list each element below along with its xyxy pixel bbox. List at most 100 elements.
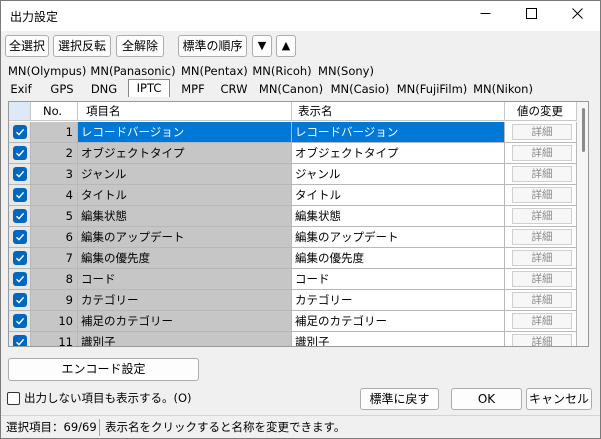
row-display-name[interactable]: コード	[292, 269, 505, 290]
minimize-button[interactable]	[462, 1, 508, 31]
row-checkbox[interactable]	[13, 167, 27, 181]
row-checkbox-cell[interactable]	[9, 227, 31, 248]
row-checkbox-cell[interactable]	[9, 332, 31, 346]
detail-button[interactable]: 詳細	[512, 208, 572, 224]
table-row[interactable]: 10 補足のカテゴリー 補足のカテゴリー 詳細	[9, 311, 577, 332]
tab-mn-panasonic[interactable]: MN(Panasonic)	[89, 63, 177, 80]
row-checkbox-cell[interactable]	[9, 248, 31, 269]
header-value-change[interactable]: 値の変更	[505, 102, 577, 121]
table-row[interactable]: 9 カテゴリー カテゴリー 詳細	[9, 290, 577, 311]
detail-button[interactable]: 詳細	[512, 271, 572, 287]
close-button[interactable]	[554, 1, 600, 31]
header-select-all-cell[interactable]	[9, 102, 31, 121]
row-checkbox-cell[interactable]	[9, 164, 31, 185]
row-display-name[interactable]: オブジェクトタイプ	[292, 143, 505, 164]
row-checkbox[interactable]	[13, 125, 27, 139]
output-settings-dialog: 出力設定 全選択 選択反転 全解除 標準の順序 ▼ ▲ MN(Olympus) …	[0, 0, 601, 439]
row-display-name[interactable]: 編集のアップデート	[292, 227, 505, 248]
row-checkbox-cell[interactable]	[9, 269, 31, 290]
scrollbar-thumb[interactable]	[582, 108, 585, 152]
row-checkbox-cell[interactable]	[9, 143, 31, 164]
cancel-button[interactable]: キャンセル	[526, 388, 592, 410]
invert-selection-button[interactable]: 選択反転	[53, 35, 111, 57]
tab-crw[interactable]: CRW	[216, 81, 252, 98]
tab-mn-canon[interactable]: MN(Canon)	[257, 81, 325, 98]
row-display-name[interactable]: カテゴリー	[292, 290, 505, 311]
detail-button[interactable]: 詳細	[512, 187, 572, 203]
row-checkbox[interactable]	[13, 314, 27, 328]
table-row[interactable]: 8 コード コード 詳細	[9, 269, 577, 290]
tab-mn-olympus[interactable]: MN(Olympus)	[8, 63, 86, 80]
tab-mn-pentax[interactable]: MN(Pentax)	[181, 63, 248, 80]
table-row[interactable]: 3 ジャンル ジャンル 詳細	[9, 164, 577, 185]
header-item-name[interactable]: 項目名	[78, 102, 292, 121]
row-checkbox-cell[interactable]	[9, 206, 31, 227]
tab-mn-ricoh[interactable]: MN(Ricoh)	[251, 63, 313, 80]
header-no[interactable]: No.	[31, 102, 78, 121]
row-checkbox[interactable]	[13, 146, 27, 160]
row-display-name[interactable]: 編集状態	[292, 206, 505, 227]
tab-iptc[interactable]: IPTC	[128, 79, 170, 97]
detail-button[interactable]: 詳細	[512, 166, 572, 182]
checkmark-icon	[16, 191, 25, 199]
tab-mn-casio[interactable]: MN(Casio)	[329, 81, 391, 98]
move-up-button[interactable]: ▲	[276, 35, 296, 57]
table-row[interactable]: 7 編集の優先度 編集の優先度 詳細	[9, 248, 577, 269]
tab-exif[interactable]: Exif	[6, 81, 36, 98]
row-checkbox-cell[interactable]	[9, 311, 31, 332]
detail-button[interactable]: 詳細	[512, 334, 572, 346]
tab-gps[interactable]: GPS	[45, 81, 79, 98]
row-checkbox[interactable]	[13, 272, 27, 286]
table-row[interactable]: 11 識別子 識別子 詳細	[9, 332, 577, 346]
detail-button[interactable]: 詳細	[512, 250, 572, 266]
show-hidden-checkbox[interactable]	[7, 392, 20, 405]
row-checkbox[interactable]	[13, 335, 27, 346]
row-display-name[interactable]: 編集の優先度	[292, 248, 505, 269]
tab-mn-sony[interactable]: MN(Sony)	[317, 63, 375, 80]
table-row[interactable]: 1 レコードバージョン レコードバージョン 詳細	[9, 122, 577, 143]
row-checkbox[interactable]	[13, 293, 27, 307]
row-display-name[interactable]: ジャンル	[292, 164, 505, 185]
row-checkbox[interactable]	[13, 188, 27, 202]
header-display-name[interactable]: 表示名	[292, 102, 505, 121]
row-number: 11	[31, 332, 78, 346]
detail-button[interactable]: 詳細	[512, 124, 572, 140]
row-item-name: 識別子	[78, 332, 292, 346]
restore-default-button[interactable]: 標準に戻す	[360, 388, 439, 410]
row-checkbox[interactable]	[13, 209, 27, 223]
vertical-scrollbar[interactable]	[577, 102, 588, 346]
table-row[interactable]: 5 編集状態 編集状態 詳細	[9, 206, 577, 227]
table-row[interactable]: 2 オブジェクトタイプ オブジェクトタイプ 詳細	[9, 143, 577, 164]
standard-order-button[interactable]: 標準の順序	[178, 35, 247, 57]
row-display-name[interactable]: 識別子	[292, 332, 505, 346]
checkmark-icon	[16, 275, 25, 283]
checkmark-icon	[16, 170, 25, 178]
tab-mn-fujifilm[interactable]: MN(FujiFilm)	[395, 81, 469, 98]
row-display-name[interactable]: タイトル	[292, 185, 505, 206]
show-hidden-label[interactable]: 出力しない項目も表示する。(O)	[24, 390, 192, 406]
row-item-name: オブジェクトタイプ	[78, 143, 292, 164]
maximize-icon	[525, 8, 537, 19]
maximize-button[interactable]	[508, 1, 554, 31]
table-row[interactable]: 4 タイトル タイトル 詳細	[9, 185, 577, 206]
ok-button[interactable]: OK	[451, 388, 522, 410]
detail-button[interactable]: 詳細	[512, 145, 572, 161]
row-display-name[interactable]: 補足のカテゴリー	[292, 311, 505, 332]
row-checkbox-cell[interactable]	[9, 290, 31, 311]
move-down-button[interactable]: ▼	[252, 35, 272, 57]
row-checkbox-cell[interactable]	[9, 185, 31, 206]
encode-settings-button[interactable]: エンコード設定	[8, 358, 199, 381]
tab-dng[interactable]: DNG	[86, 81, 122, 98]
tab-mpf[interactable]: MPF	[176, 81, 210, 98]
table-row[interactable]: 6 編集のアップデート 編集のアップデート 詳細	[9, 227, 577, 248]
row-checkbox[interactable]	[13, 230, 27, 244]
row-checkbox-cell[interactable]	[9, 122, 31, 143]
row-checkbox[interactable]	[13, 251, 27, 265]
select-all-button[interactable]: 全選択	[5, 35, 49, 57]
detail-button[interactable]: 詳細	[512, 229, 572, 245]
clear-all-button[interactable]: 全解除	[116, 35, 164, 57]
tab-mn-nikon[interactable]: MN(Nikon)	[472, 81, 534, 98]
detail-button[interactable]: 詳細	[512, 313, 572, 329]
detail-button[interactable]: 詳細	[512, 292, 572, 308]
row-display-name[interactable]: レコードバージョン	[292, 122, 505, 143]
